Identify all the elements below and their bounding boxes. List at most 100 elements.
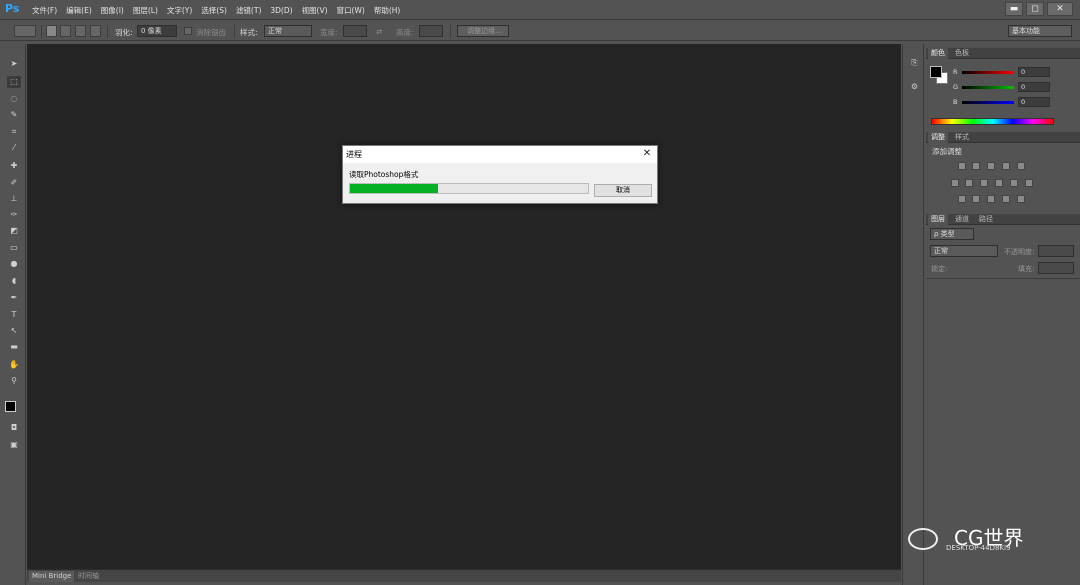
menu-window[interactable]: 窗口(W) xyxy=(337,5,365,16)
color-balance-icon[interactable] xyxy=(965,179,973,187)
menu-help[interactable]: 帮助(H) xyxy=(374,5,401,16)
channel-r-slider[interactable] xyxy=(962,71,1014,74)
brush-tool-icon[interactable]: ✐ xyxy=(7,177,21,189)
style-select[interactable]: 正常 xyxy=(264,25,312,37)
progress-bar-fill xyxy=(350,184,439,193)
menu-view[interactable]: 视图(V) xyxy=(302,5,328,16)
vibrance-icon[interactable] xyxy=(1017,162,1025,170)
menu-type[interactable]: 文字(Y) xyxy=(167,5,192,16)
menu-3d[interactable]: 3D(D) xyxy=(270,6,292,15)
opacity-input[interactable] xyxy=(1038,245,1074,257)
antialias-checkbox[interactable] xyxy=(184,27,192,35)
selective-color-icon[interactable] xyxy=(1017,195,1025,203)
gradient-map-icon[interactable] xyxy=(1002,195,1010,203)
tab-layers[interactable]: 图层 xyxy=(928,214,948,225)
clone-stamp-tool-icon[interactable]: ⊥ xyxy=(7,193,21,205)
fill-label: 填充: xyxy=(1018,265,1035,273)
healing-brush-tool-icon[interactable]: ✚ xyxy=(7,160,21,172)
path-select-tool-icon[interactable]: ↖ xyxy=(7,325,21,337)
dodge-tool-icon[interactable]: ◖ xyxy=(7,275,21,287)
swap-icon[interactable]: ⇄ xyxy=(376,27,382,36)
pen-tool-icon[interactable]: ✒ xyxy=(7,292,21,304)
height-input[interactable] xyxy=(419,25,443,37)
menu-file[interactable]: 文件(F) xyxy=(32,5,57,16)
channel-g-slider[interactable] xyxy=(962,86,1014,89)
menu-layer[interactable]: 图层(L) xyxy=(133,5,158,16)
color-lookup-icon[interactable] xyxy=(1025,179,1033,187)
menu-filter[interactable]: 滤镜(T) xyxy=(236,5,261,16)
quick-mask-icon[interactable]: ◘ xyxy=(7,422,21,434)
hand-tool-icon[interactable]: ✋ xyxy=(7,359,21,371)
photo-filter-icon[interactable] xyxy=(995,179,1003,187)
options-bar: 羽化: 0 像素 消除锯齿 样式: 正常 宽度: ⇄ 高度: 调整边缘... 基… xyxy=(0,21,1080,41)
lasso-tool-icon[interactable]: ◌ xyxy=(7,93,21,105)
add-adjustment-heading: 添加调整 xyxy=(932,147,962,156)
add-selection-icon[interactable] xyxy=(60,25,71,37)
eraser-tool-icon[interactable]: ◩ xyxy=(7,225,21,237)
rectangle-tool-icon[interactable]: ▬ xyxy=(7,341,21,353)
hue-saturation-icon[interactable] xyxy=(951,179,959,187)
color-spectrum-bar[interactable] xyxy=(931,118,1054,125)
crop-tool-icon[interactable]: ⌗ xyxy=(7,126,21,138)
tab-styles[interactable]: 样式 xyxy=(952,132,972,143)
move-tool-icon[interactable]: ➤ xyxy=(7,58,21,70)
channel-g-value[interactable]: 0 xyxy=(1018,82,1050,92)
width-input[interactable] xyxy=(343,25,367,37)
menu-edit[interactable]: 编辑(E) xyxy=(66,5,92,16)
levels-icon[interactable] xyxy=(972,162,980,170)
tab-adjustments[interactable]: 调整 xyxy=(928,132,948,143)
document-canvas-area[interactable] xyxy=(27,44,901,570)
quick-select-tool-icon[interactable]: ✎ xyxy=(7,109,21,121)
type-tool-icon[interactable]: T xyxy=(7,309,21,321)
history-panel-icon[interactable]: ⎘ xyxy=(908,58,921,70)
tab-timeline[interactable]: 时间轴 xyxy=(75,571,102,582)
maximize-button[interactable]: ◻ xyxy=(1026,2,1044,16)
refine-edge-button[interactable]: 调整边缘... xyxy=(457,25,509,37)
close-window-button[interactable]: ✕ xyxy=(1047,2,1073,16)
gradient-tool-icon[interactable]: ▭ xyxy=(7,242,21,254)
zoom-tool-icon[interactable]: ⚲ xyxy=(7,375,21,387)
cancel-button[interactable]: 取消 xyxy=(594,184,652,197)
tab-color[interactable]: 颜色 xyxy=(928,48,948,59)
dialog-close-icon[interactable]: ✕ xyxy=(641,148,653,160)
blend-mode-select[interactable]: 正常 xyxy=(930,245,998,257)
blur-tool-icon[interactable]: ● xyxy=(7,258,21,270)
channel-mixer-icon[interactable] xyxy=(1010,179,1018,187)
history-brush-tool-icon[interactable]: ✑ xyxy=(7,209,21,221)
channel-b-slider[interactable] xyxy=(962,101,1014,104)
invert-icon[interactable] xyxy=(958,195,966,203)
screen-mode-icon[interactable]: ▣ xyxy=(7,439,21,451)
menu-select[interactable]: 选择(S) xyxy=(201,5,227,16)
watermark-host: DESKTOP-44D8KI9 xyxy=(946,544,1011,552)
workspace-select[interactable]: 基本功能 xyxy=(1008,25,1072,37)
fill-input[interactable] xyxy=(1038,262,1074,274)
dialog-title: 进程 xyxy=(343,146,657,163)
marquee-preset-picker[interactable] xyxy=(14,25,36,37)
feather-input[interactable]: 0 像素 xyxy=(137,25,177,37)
brightness-icon[interactable] xyxy=(958,162,966,170)
minimize-button[interactable]: ▬ xyxy=(1005,2,1023,16)
intersect-selection-icon[interactable] xyxy=(90,25,101,37)
exposure-icon[interactable] xyxy=(1002,162,1010,170)
black-white-icon[interactable] xyxy=(980,179,988,187)
right-panels: 颜色 色板 R 0 G 0 B 0 调整 样式 添加调整 图层 通道 路径 ρ … xyxy=(926,44,1080,585)
properties-panel-icon[interactable]: ⚙ xyxy=(908,82,921,94)
tab-paths[interactable]: 路径 xyxy=(976,214,996,225)
menu-image[interactable]: 图像(I) xyxy=(101,5,124,16)
layer-filter-select[interactable]: ρ 类型 xyxy=(930,228,974,240)
new-selection-icon[interactable] xyxy=(46,25,57,37)
channel-b-value[interactable]: 0 xyxy=(1018,97,1050,107)
curves-icon[interactable] xyxy=(987,162,995,170)
tab-channels[interactable]: 通道 xyxy=(952,214,972,225)
eyedropper-tool-icon[interactable]: ⁄ xyxy=(7,142,21,154)
marquee-tool-icon[interactable]: ⬚ xyxy=(7,76,21,88)
width-label: 宽度: xyxy=(320,28,338,37)
tab-swatches[interactable]: 色板 xyxy=(952,48,972,59)
color-fg-swatch[interactable] xyxy=(930,66,942,78)
tab-mini-bridge[interactable]: Mini Bridge xyxy=(29,571,75,582)
channel-r-value[interactable]: 0 xyxy=(1018,67,1050,77)
posterize-icon[interactable] xyxy=(972,195,980,203)
threshold-icon[interactable] xyxy=(987,195,995,203)
subtract-selection-icon[interactable] xyxy=(75,25,86,37)
foreground-color-swatch[interactable] xyxy=(5,401,16,412)
